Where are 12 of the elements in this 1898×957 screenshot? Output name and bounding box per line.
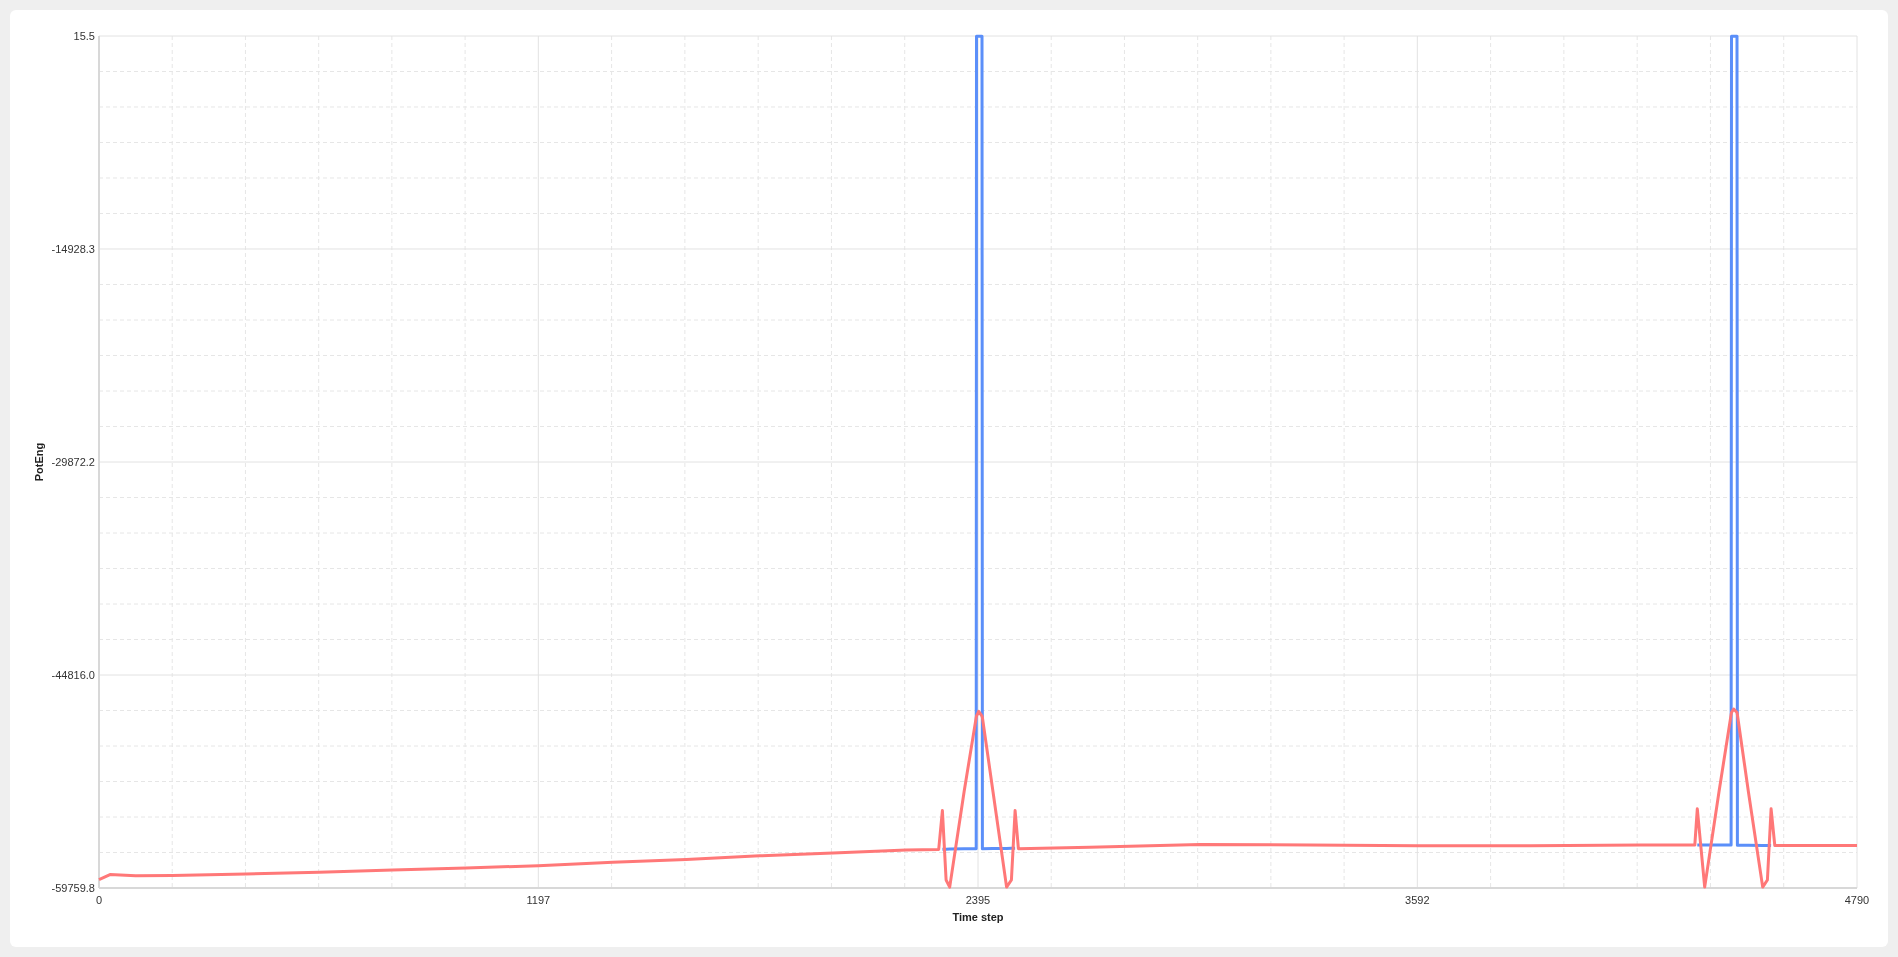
y-axis-title: PotEng [33,442,45,482]
axis-tick-label: -29872.2 [51,456,95,468]
x-axis-title: Time step [952,911,1004,923]
axis-tick-label: 0 [95,894,103,906]
axis-tick-label: 3592 [1405,894,1430,906]
axis-tick-label: -14928.3 [51,243,95,255]
axis-tick-label: 4790 [1844,894,1870,906]
axis-tick-label: 1197 [526,894,551,906]
axis-tick-label: 2395 [965,894,991,906]
axis-tick-label: 15.5 [73,30,95,42]
axis-tick-label: -44816.0 [51,669,95,681]
axis-tick-label: -59759.8 [51,882,95,894]
